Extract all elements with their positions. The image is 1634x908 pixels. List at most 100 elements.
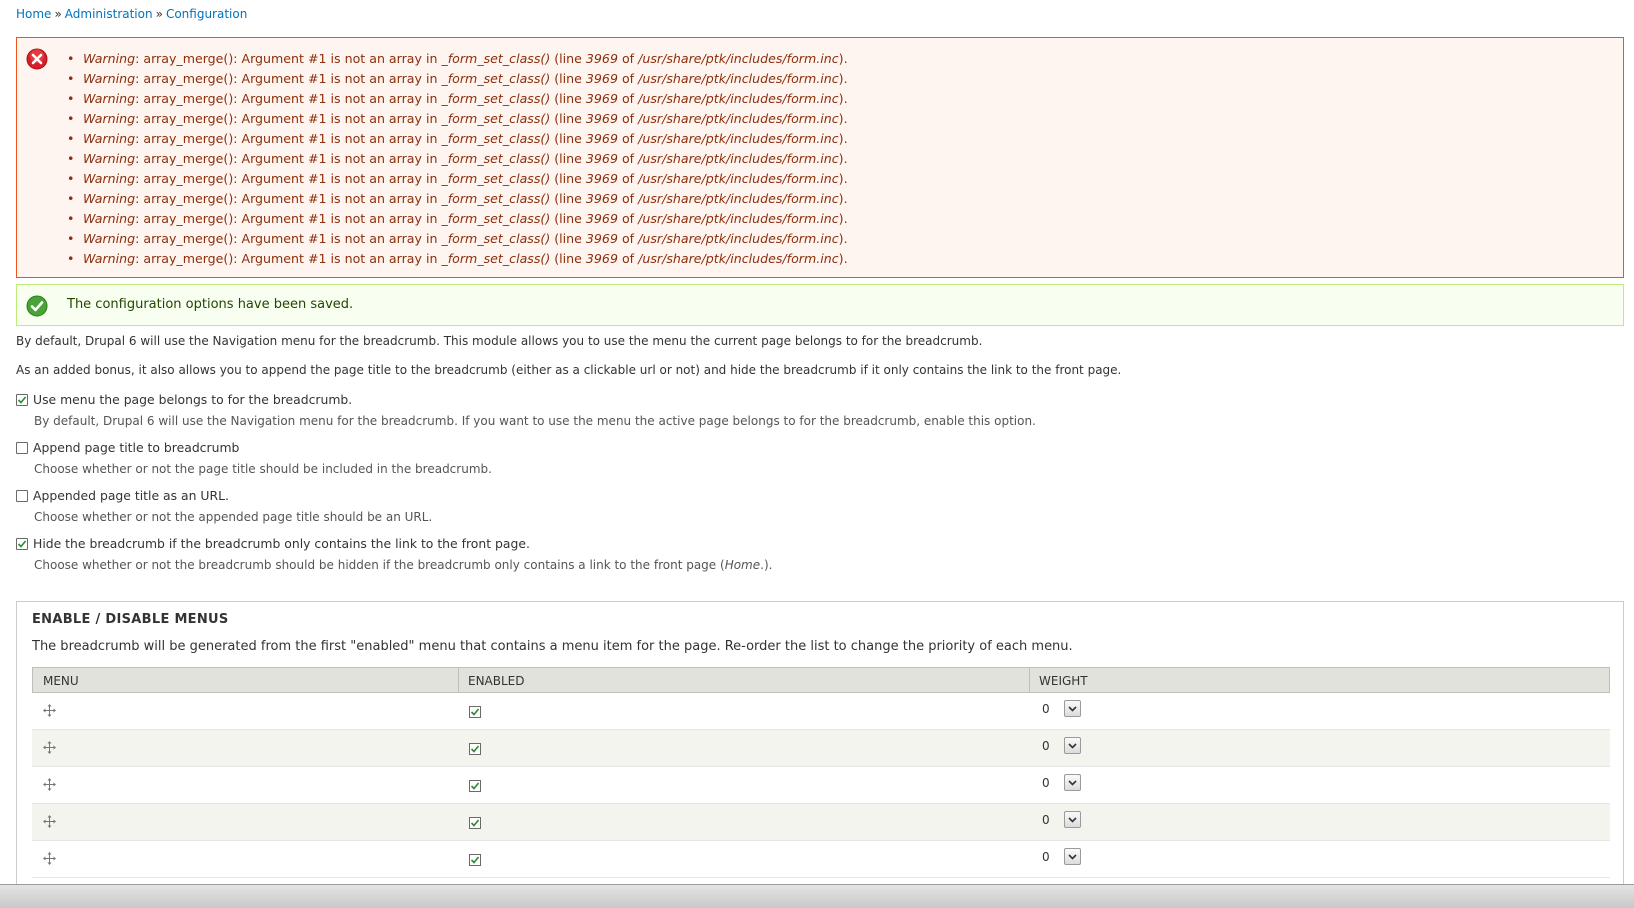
bullet-glyph: • xyxy=(67,111,75,126)
message-text: ). xyxy=(838,231,848,246)
message-text: : array_merge(): Argument #1 is not an a… xyxy=(135,91,442,106)
drag-handle-icon[interactable] xyxy=(43,704,56,717)
use-menu-checkbox[interactable] xyxy=(16,394,28,406)
file-path: /usr/share/ptk/includes/form.inc xyxy=(638,191,839,206)
menus-fieldset: ENABLE / DISABLE MENUS The breadcrumb wi… xyxy=(16,601,1624,901)
function-name: _form_set_class() xyxy=(441,251,551,266)
weight-value: 0 xyxy=(1042,850,1050,864)
title-as-url-checkbox[interactable] xyxy=(16,490,28,502)
warning-label: Warning xyxy=(83,231,136,246)
warning-label: Warning xyxy=(83,151,136,166)
message-text: of xyxy=(617,251,639,266)
function-name: _form_set_class() xyxy=(441,71,551,86)
column-menu: MENU xyxy=(43,674,79,688)
message-text: (line xyxy=(550,171,586,186)
error-message-item: • Warning: array_merge(): Argument #1 is … xyxy=(67,129,848,149)
message-text: of xyxy=(617,71,639,86)
checkmark-icon xyxy=(17,396,27,404)
file-path: /usr/share/ptk/includes/form.inc xyxy=(638,71,839,86)
weight-value: 0 xyxy=(1042,702,1050,716)
file-path: /usr/share/ptk/includes/form.inc xyxy=(638,251,839,266)
weight-select[interactable] xyxy=(1064,811,1081,828)
line-number: 3969 xyxy=(585,231,618,246)
warning-label: Warning xyxy=(83,191,136,206)
error-list: • Warning: array_merge(): Argument #1 is … xyxy=(67,49,848,269)
title-as-url-description: Choose whether or not the appended page … xyxy=(34,510,433,524)
drag-handle-icon[interactable] xyxy=(43,778,56,791)
table-row: 0 xyxy=(32,767,1610,804)
table-body: 0 0 0 0 0 xyxy=(32,693,1610,878)
drag-handle-icon[interactable] xyxy=(43,815,56,828)
line-number: 3969 xyxy=(585,151,618,166)
file-path: /usr/share/ptk/includes/form.inc xyxy=(638,51,839,66)
message-text: : array_merge(): Argument #1 is not an a… xyxy=(135,71,442,86)
bullet-glyph: • xyxy=(67,171,75,186)
breadcrumb-configuration-link[interactable]: Configuration xyxy=(166,7,247,21)
window-bottom-bar xyxy=(0,884,1634,908)
line-number: 3969 xyxy=(585,91,618,106)
breadcrumb-separator: » xyxy=(155,7,163,21)
hide-breadcrumb-description-text: Choose whether or not the breadcrumb sho… xyxy=(34,558,725,572)
weight-select[interactable] xyxy=(1064,774,1081,791)
message-text: (line xyxy=(550,211,586,226)
enabled-checkbox[interactable] xyxy=(469,854,481,866)
function-name: _form_set_class() xyxy=(441,151,551,166)
message-text: ). xyxy=(838,91,848,106)
hide-breadcrumb-description-end: .). xyxy=(760,558,773,572)
use-menu-label[interactable]: Use menu the page belongs to for the bre… xyxy=(33,392,352,407)
column-enabled: ENABLED xyxy=(468,674,525,688)
chevron-down-icon xyxy=(1068,706,1077,712)
error-message-item: • Warning: array_merge(): Argument #1 is … xyxy=(67,49,848,69)
weight-select[interactable] xyxy=(1064,737,1081,754)
file-path: /usr/share/ptk/includes/form.inc xyxy=(638,91,839,106)
enabled-checkbox[interactable] xyxy=(469,706,481,718)
enabled-checkbox[interactable] xyxy=(469,817,481,829)
breadcrumb-home-link[interactable]: Home xyxy=(16,7,51,21)
append-title-label[interactable]: Append page title to breadcrumb xyxy=(33,440,239,455)
function-name: _form_set_class() xyxy=(441,231,551,246)
bullet-glyph: • xyxy=(67,251,75,266)
error-message-item: • Warning: array_merge(): Argument #1 is … xyxy=(67,149,848,169)
drag-handle-icon[interactable] xyxy=(43,852,56,865)
message-text: ). xyxy=(838,251,848,266)
message-text: : array_merge(): Argument #1 is not an a… xyxy=(135,151,442,166)
error-messages: • Warning: array_merge(): Argument #1 is … xyxy=(16,37,1624,278)
table-row: 0 xyxy=(32,841,1610,878)
line-number: 3969 xyxy=(585,71,618,86)
title-as-url-label[interactable]: Appended page title as an URL. xyxy=(33,488,229,503)
message-text: of xyxy=(617,211,639,226)
enabled-checkbox[interactable] xyxy=(469,743,481,755)
checkmark-icon xyxy=(470,819,480,827)
line-number: 3969 xyxy=(585,211,618,226)
message-text: of xyxy=(617,131,639,146)
message-text: : array_merge(): Argument #1 is not an a… xyxy=(135,211,442,226)
line-number: 3969 xyxy=(585,251,618,266)
file-path: /usr/share/ptk/includes/form.inc xyxy=(638,111,839,126)
message-text: : array_merge(): Argument #1 is not an a… xyxy=(135,231,442,246)
message-text: (line xyxy=(550,111,586,126)
message-text: ). xyxy=(838,131,848,146)
breadcrumb-administration-link[interactable]: Administration xyxy=(65,7,153,21)
message-text: of xyxy=(617,111,639,126)
error-message-item: • Warning: array_merge(): Argument #1 is … xyxy=(67,169,848,189)
function-name: _form_set_class() xyxy=(441,111,551,126)
status-text: The configuration options have been save… xyxy=(67,297,354,312)
enabled-checkbox[interactable] xyxy=(469,780,481,792)
weight-select[interactable] xyxy=(1064,848,1081,865)
hide-breadcrumb-checkbox[interactable] xyxy=(16,538,28,550)
intro-paragraph-2: As an added bonus, it also allows you to… xyxy=(16,363,1122,377)
message-text: (line xyxy=(550,51,586,66)
hide-breadcrumb-label[interactable]: Hide the breadcrumb if the breadcrumb on… xyxy=(33,536,530,551)
error-message-item: • Warning: array_merge(): Argument #1 is … xyxy=(67,189,848,209)
message-text: of xyxy=(617,191,639,206)
fieldset-description: The breadcrumb will be generated from th… xyxy=(32,639,1073,654)
table-row: 0 xyxy=(32,804,1610,841)
bullet-glyph: • xyxy=(67,151,75,166)
message-text: : array_merge(): Argument #1 is not an a… xyxy=(135,131,442,146)
drag-handle-icon[interactable] xyxy=(43,741,56,754)
chevron-down-icon xyxy=(1068,854,1077,860)
append-title-checkbox[interactable] xyxy=(16,442,28,454)
table-row: 0 xyxy=(32,730,1610,767)
weight-select[interactable] xyxy=(1064,700,1081,717)
column-weight: WEIGHT xyxy=(1039,674,1088,688)
